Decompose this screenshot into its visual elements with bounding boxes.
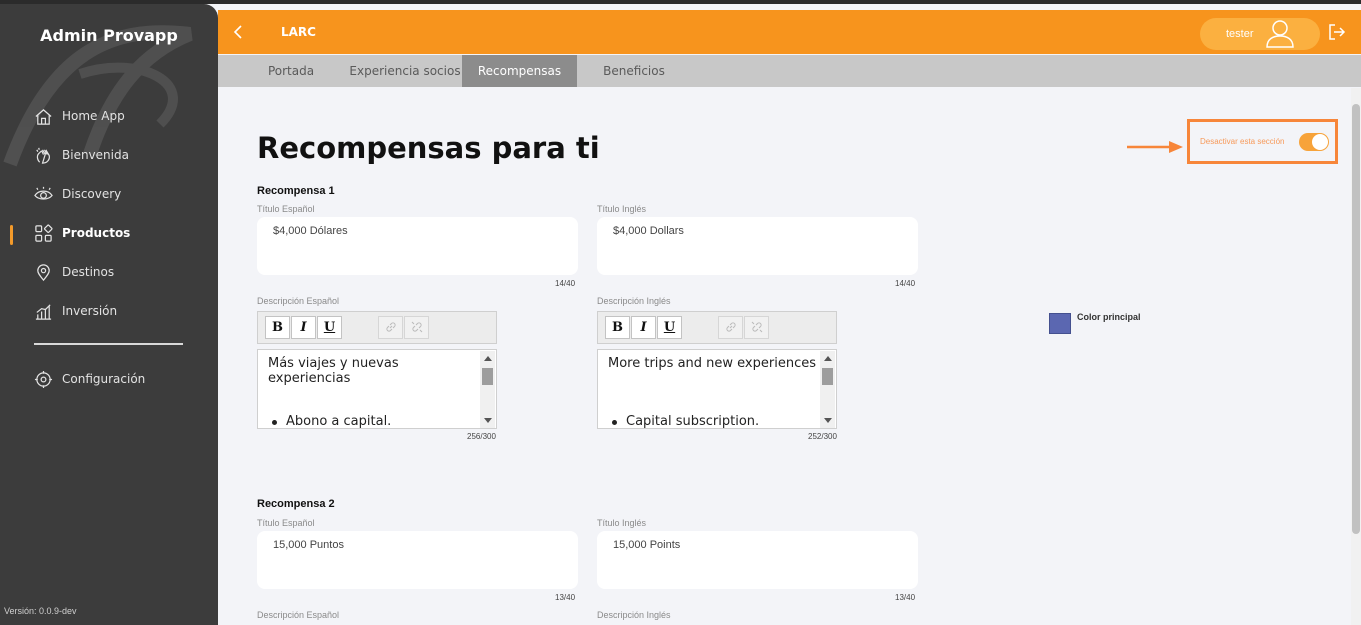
underline-button[interactable]: U — [657, 316, 682, 339]
sidebar-item-productos[interactable]: Productos — [34, 222, 130, 244]
editor-bullet-item: Capital subscription. — [611, 414, 760, 429]
section-toggle-box: Desactivar esta sección — [1187, 119, 1338, 164]
bar-chart-icon — [35, 303, 52, 320]
scroll-down-icon[interactable] — [824, 418, 832, 423]
char-counter: 13/40 — [555, 593, 576, 602]
page-title: Recompensas para ti — [257, 131, 600, 165]
reward-2-title-es-input[interactable]: 15,000 Puntos — [257, 531, 578, 589]
unlink-button[interactable] — [744, 316, 769, 339]
user-avatar-icon — [1266, 20, 1294, 48]
reward-1-title-en-input[interactable]: $4,000 Dollars — [597, 217, 918, 275]
sidebar-item-discovery[interactable]: Discovery — [34, 183, 121, 205]
sidebar-item-home-app[interactable]: Home App — [34, 105, 125, 127]
editor-bullet-item: Abono a capital. — [271, 414, 392, 429]
desc-es-label: Descripción Español — [257, 610, 340, 620]
active-indicator — [10, 225, 13, 245]
scroll-thumb[interactable] — [822, 368, 833, 385]
link-icon — [385, 322, 396, 332]
unlink-button[interactable] — [404, 316, 429, 339]
sidebar-item-destinos[interactable]: Destinos — [34, 261, 114, 283]
page-scroll-thumb[interactable] — [1352, 104, 1360, 534]
wave-hand-icon — [36, 147, 50, 164]
char-counter: 252/300 — [808, 432, 837, 441]
username: tester — [1226, 28, 1254, 40]
tab-beneficios[interactable]: Beneficios — [592, 55, 676, 87]
editor-scrollbar[interactable] — [820, 351, 835, 428]
sidebar-item-inversion[interactable]: Inversión — [34, 300, 117, 322]
title-es-label: Título Español — [257, 518, 315, 528]
link-icon — [725, 322, 736, 332]
sidebar-divider — [34, 343, 183, 345]
tab-recompensas[interactable]: Recompensas — [462, 55, 577, 87]
reward-2-heading: Recompensa 2 — [257, 498, 335, 510]
sidebar-item-bienvenida[interactable]: Bienvenida — [34, 144, 129, 166]
reward-2-title-en-input[interactable]: 15,000 Points — [597, 531, 918, 589]
user-menu-button[interactable]: tester — [1200, 18, 1320, 50]
gear-icon — [34, 370, 53, 388]
arrow-right-icon — [1127, 141, 1183, 153]
reward-1-title-es-input[interactable]: $4,000 Dólares — [257, 217, 578, 275]
sidebar-item-label: Productos — [62, 226, 131, 240]
chevron-left-icon[interactable] — [230, 22, 248, 42]
sidebar-item-configuracion[interactable]: Configuración — [34, 368, 145, 390]
tab-experiencia-socios[interactable]: Experiencia socios — [348, 55, 462, 87]
editor-paragraph: More trips and new experiences — [608, 356, 816, 371]
version-label: Versión: 0.0.9-dev — [4, 606, 77, 616]
title-en-label: Título Inglés — [597, 204, 647, 214]
section-toggle-switch[interactable] — [1299, 133, 1329, 151]
link-button[interactable] — [378, 316, 403, 339]
bold-button[interactable]: B — [265, 316, 290, 339]
char-counter: 14/40 — [555, 279, 576, 288]
sidebar-item-label: Bienvenida — [62, 148, 129, 162]
scroll-up-icon[interactable] — [484, 356, 492, 361]
link-button[interactable] — [718, 316, 743, 339]
unlink-icon — [411, 321, 422, 333]
sidebar-item-label: Home App — [62, 109, 125, 123]
editor-toolbar: B I U — [597, 311, 837, 344]
desc-en-label: Descripción Inglés — [597, 296, 671, 306]
bold-button[interactable]: B — [605, 316, 630, 339]
editor-content[interactable]: Más viajes y nuevas experiencias Abono a… — [257, 349, 497, 429]
eye-icon — [34, 186, 53, 200]
sidebar-item-label: Inversión — [62, 304, 118, 318]
desc-en-label: Descripción Inglés — [597, 610, 671, 620]
sidebar-item-label: Destinos — [62, 265, 115, 279]
logout-icon[interactable] — [1326, 22, 1346, 42]
editor-content[interactable]: More trips and new experiences Capital s… — [597, 349, 837, 429]
char-counter: 256/300 — [467, 432, 496, 441]
brand-title: Admin Provapp — [40, 26, 178, 45]
location-pin-icon — [37, 263, 50, 281]
reward-1-heading: Recompensa 1 — [257, 185, 335, 197]
header-title: LARC — [281, 25, 316, 39]
desc-es-label: Descripción Español — [257, 296, 340, 306]
editor-paragraph: Más viajes y nuevas experiencias — [268, 356, 399, 386]
grid-icon — [35, 223, 53, 242]
color-label: Color principal — [1077, 312, 1141, 322]
scroll-down-icon[interactable] — [484, 418, 492, 423]
scroll-up-icon[interactable] — [824, 356, 832, 361]
char-counter: 14/40 — [895, 279, 916, 288]
italic-button[interactable]: I — [291, 316, 316, 339]
page-scrollbar[interactable] — [1351, 88, 1361, 625]
sidebar-item-label: Configuración — [62, 372, 146, 386]
sidebar: Admin Provapp Home App Bienvenida Discov… — [0, 4, 218, 625]
top-header: LARC tester — [218, 10, 1361, 54]
char-counter: 13/40 — [895, 593, 916, 602]
unlink-icon — [751, 321, 762, 333]
sidebar-item-label: Discovery — [62, 187, 122, 201]
tab-portada[interactable]: Portada — [251, 55, 331, 87]
toggle-knob — [1312, 134, 1328, 150]
toggle-label: Desactivar esta sección — [1200, 137, 1285, 146]
italic-button[interactable]: I — [631, 316, 656, 339]
editor-scrollbar[interactable] — [480, 351, 495, 428]
color-swatch[interactable] — [1049, 313, 1071, 334]
section-tabs: Portada Experiencia socios Recompensas B… — [218, 55, 1361, 87]
title-es-label: Título Español — [257, 204, 315, 214]
editor-toolbar: B I U — [257, 311, 497, 344]
home-icon — [35, 108, 52, 125]
scroll-thumb[interactable] — [482, 368, 493, 385]
underline-button[interactable]: U — [317, 316, 342, 339]
title-en-label: Título Inglés — [597, 518, 647, 528]
